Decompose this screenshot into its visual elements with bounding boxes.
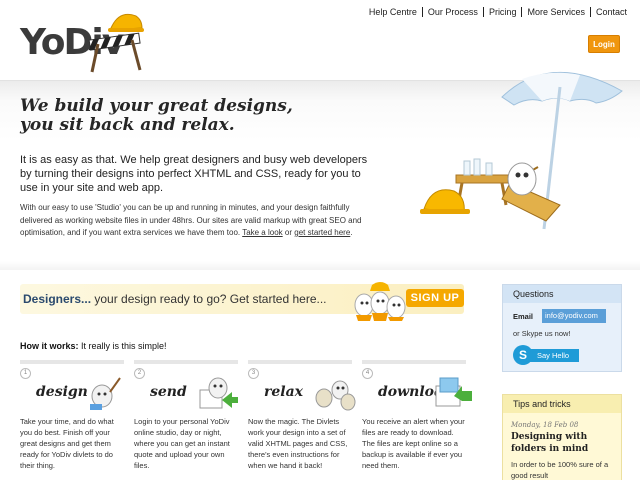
- link-period: .: [350, 228, 353, 237]
- email-address-link[interactable]: info@yodiv.com: [542, 309, 606, 323]
- step-description: Take your time, and do what you do best.…: [20, 417, 114, 470]
- hero-title-line1: We build your great designs,: [20, 96, 293, 116]
- step-divider: [20, 360, 124, 364]
- email-label: Email: [513, 312, 534, 321]
- hero-title-line2: you sit back and relax.: [20, 115, 235, 135]
- main-content: Designers... your design ready to go? Ge…: [0, 272, 640, 480]
- step-number: 4: [362, 368, 373, 379]
- tip-date: Monday, 18 Feb 08: [511, 421, 579, 429]
- step-description: You receive an alert when your files are…: [362, 417, 465, 470]
- tip-excerpt: In order to be 100% sure of a good resul…: [511, 460, 609, 480]
- step-number: 2: [134, 368, 145, 379]
- step-description: Login to your personal YoDiv online stud…: [134, 417, 230, 470]
- say-hello-label: Say Hello: [527, 349, 579, 362]
- step-download: 4 download You receive an alert when you…: [362, 360, 472, 480]
- how-it-works-title: How it works: It really is this simple!: [20, 341, 167, 351]
- tip-headline-link[interactable]: Designing with folders in mind: [511, 431, 615, 455]
- hero-title: We build your great designs, you sit bac…: [20, 97, 380, 135]
- hero-section: We build your great designs, you sit bac…: [0, 72, 640, 270]
- nav-our-process[interactable]: Our Process: [421, 7, 483, 17]
- how-it-works-steps: 1 design Take your time, and do what you…: [20, 360, 472, 480]
- send-arrow-icon: [199, 377, 238, 409]
- link-separator: or: [284, 228, 293, 237]
- nav-help-centre[interactable]: Help Centre: [364, 7, 422, 17]
- tips-title: Tips and tricks: [503, 395, 621, 413]
- nav-more-services[interactable]: More Services: [521, 7, 590, 17]
- nav-contact[interactable]: Contact: [589, 7, 632, 17]
- construction-barrier-icon: [88, 13, 144, 73]
- how-title-bold: How it works:: [20, 341, 79, 351]
- hero-lead-text: It is as easy as that. We help great des…: [20, 154, 368, 194]
- step-title: send: [150, 384, 187, 400]
- step-number: 1: [20, 368, 31, 379]
- sign-up-button[interactable]: SIGN UP: [406, 289, 464, 307]
- designers-signup-banner[interactable]: Designers... your design ready to go? Ge…: [20, 282, 464, 321]
- step-relax: 3 relax Now the magic. The Divlets work …: [248, 360, 356, 480]
- questions-title: Questions: [503, 285, 621, 303]
- divlet-characters-icon: [354, 282, 406, 321]
- step-send: 2 send Login to your personal YoDiv onli…: [134, 360, 238, 480]
- designers-label: Designers...: [23, 292, 92, 306]
- step-title: relax: [264, 384, 304, 400]
- paintbrush-icon: [90, 377, 121, 410]
- download-box-icon: [435, 377, 472, 407]
- nav-pricing[interactable]: Pricing: [482, 7, 522, 17]
- beach-umbrella-illustration: [420, 72, 623, 230]
- questions-box: Questions Email info@yodiv.com or Skype …: [502, 284, 622, 372]
- take-a-look-link[interactable]: Take a look: [242, 228, 282, 237]
- step-divider: [362, 360, 466, 364]
- step-design: 1 design Take your time, and do what you…: [20, 360, 124, 480]
- tips-box: Tips and tricks Monday, 18 Feb 08 Design…: [502, 394, 622, 480]
- step-divider: [248, 360, 352, 364]
- hero-detail-text: With our easy to use 'Studio' you can be…: [20, 202, 380, 240]
- step-title: design: [36, 384, 88, 400]
- yodiv-logo[interactable]: YoDiv: [18, 4, 168, 74]
- step-divider: [134, 360, 238, 364]
- signup-prompt-text: your design ready to go? Get started her…: [94, 292, 327, 306]
- skype-text: or Skype us now!: [513, 329, 571, 338]
- signup-prompt: Designers... your design ready to go? Ge…: [23, 292, 327, 306]
- step-description: Now the magic. The Divlets work your des…: [248, 417, 348, 470]
- skype-icon: S: [513, 345, 533, 365]
- skype-say-hello-button[interactable]: Say Hello S: [513, 345, 581, 365]
- get-started-link[interactable]: get started here: [294, 228, 350, 237]
- login-button[interactable]: Login: [588, 35, 620, 53]
- divlet-group-icon: [315, 380, 356, 411]
- step-number: 3: [248, 368, 259, 379]
- top-navigation: Help Centre Our Process Pricing More Ser…: [364, 7, 632, 17]
- how-title-rest: It really is this simple!: [81, 341, 167, 351]
